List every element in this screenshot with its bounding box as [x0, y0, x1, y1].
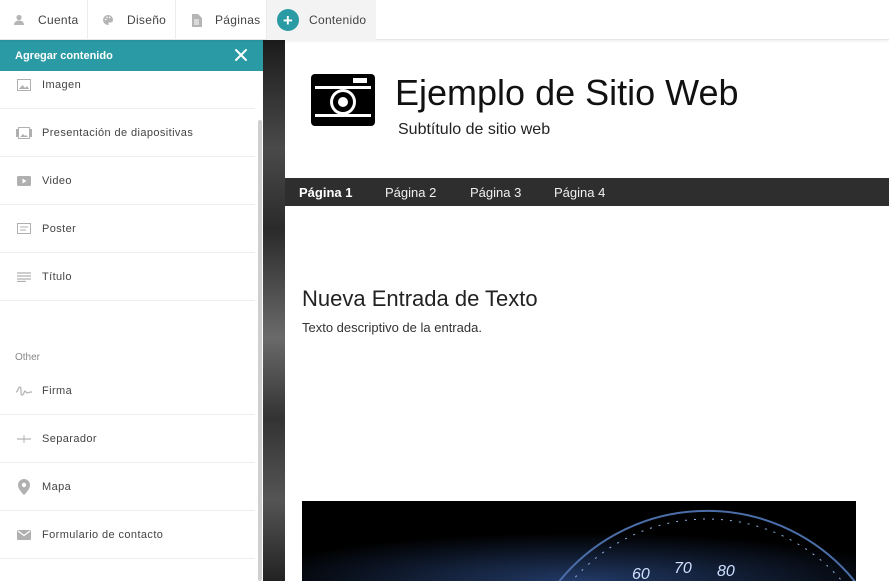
title-icon: [16, 269, 32, 285]
panel-item-presentacion[interactable]: Presentación de diapositivas: [0, 109, 255, 157]
speedometer-label: 70: [674, 560, 692, 577]
separator-icon: [16, 431, 32, 447]
background-image: [263, 40, 285, 581]
panel-item-label: Imagen: [42, 78, 82, 91]
panel-item-label: Video: [42, 174, 72, 187]
panel-item-label: Separador: [42, 432, 97, 445]
video-icon: [16, 173, 32, 189]
panel-item-label: Formulario de contacto: [42, 528, 164, 541]
toolbar-paginas-label: Páginas: [215, 13, 261, 27]
poster-icon: [16, 221, 32, 237]
mail-icon: [16, 527, 32, 543]
panel-title: Agregar contenido: [15, 49, 113, 62]
toolbar-diseno-label: Diseño: [127, 13, 167, 27]
slideshow-icon: [16, 125, 32, 141]
nav-page-4[interactable]: Página 4: [554, 178, 605, 206]
toolbar-divider: [87, 0, 88, 40]
toolbar-contenido-label: Contenido: [309, 13, 367, 27]
speedometer-label: 80: [717, 563, 735, 580]
panel-item-video[interactable]: Video: [0, 157, 255, 205]
toolbar-cuenta[interactable]: Cuenta: [12, 0, 79, 40]
panel-item-imagen[interactable]: Imagen: [0, 61, 255, 109]
nav-page-1[interactable]: Página 1: [299, 178, 352, 206]
section-label-other: Other: [15, 352, 41, 363]
website-preview: Ejemplo de Sitio Web Subtítulo de sitio …: [285, 40, 889, 581]
toolbar-paginas[interactable]: Páginas: [189, 0, 260, 40]
nav-page-3[interactable]: Página 3: [470, 178, 521, 206]
toolbar-divider: [175, 0, 176, 40]
toolbar-contenido[interactable]: + Contenido: [267, 0, 376, 40]
site-title[interactable]: Ejemplo de Sitio Web: [395, 72, 739, 114]
panel-item-mapa[interactable]: Mapa: [0, 463, 255, 511]
panel-item-label: Título: [42, 270, 72, 283]
map-pin-icon: [16, 478, 32, 495]
top-toolbar: Cuenta Diseño Páginas + Contenido: [0, 0, 889, 40]
panel-scrollbar[interactable]: [258, 120, 262, 581]
panel-item-firma[interactable]: Firma: [0, 367, 255, 415]
user-icon: [12, 13, 26, 27]
toolbar-diseno[interactable]: Diseño: [101, 0, 166, 40]
plus-circle-icon: +: [277, 9, 299, 31]
add-content-panel: Agregar contenido Imagen Presentación de…: [0, 40, 263, 581]
panel-item-titulo[interactable]: Título: [0, 253, 255, 301]
panel-item-label: Poster: [42, 222, 77, 235]
post-text[interactable]: Texto descriptivo de la entrada.: [302, 320, 482, 335]
page-icon: [189, 13, 203, 27]
palette-icon: [101, 13, 115, 27]
panel-item-poster[interactable]: Poster: [0, 205, 255, 253]
image-icon: [16, 77, 32, 93]
site-navbar: Página 1 Página 2 Página 3 Página 4: [285, 178, 889, 206]
site-subtitle[interactable]: Subtítulo de sitio web: [398, 121, 550, 139]
signature-icon: [16, 383, 32, 399]
panel-item-formulario[interactable]: Formulario de contacto: [0, 511, 255, 559]
panel-item-separador[interactable]: Separador: [0, 415, 255, 463]
toolbar-cuenta-label: Cuenta: [38, 13, 79, 27]
nav-page-2[interactable]: Página 2: [385, 178, 436, 206]
speedometer-image[interactable]: 60 70 80: [302, 501, 856, 581]
panel-item-label: Presentación de diapositivas: [42, 126, 194, 139]
camera-logo-icon[interactable]: [309, 70, 377, 130]
panel-item-label: Firma: [42, 384, 73, 397]
panel-item-label: Mapa: [42, 480, 72, 493]
speedometer-label: 60: [632, 566, 650, 581]
post-title[interactable]: Nueva Entrada de Texto: [302, 286, 538, 312]
